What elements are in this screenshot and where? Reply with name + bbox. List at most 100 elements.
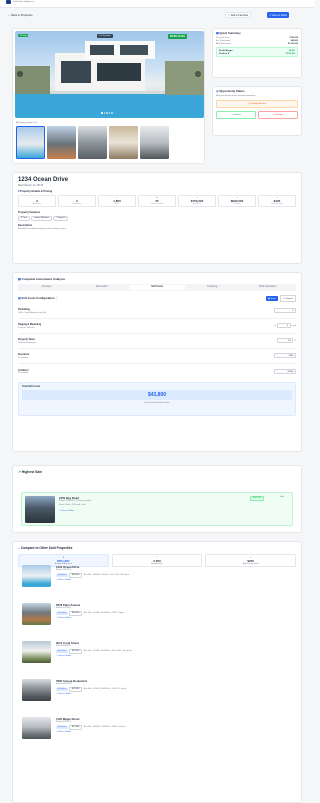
profit-value: $135,000 [285,52,295,55]
total-note: This total will auto-fill into above [144,401,170,404]
tab-financing[interactable]: Financing [185,285,240,290]
back-link[interactable]: ← Back to Properties [8,14,33,17]
days-badge: 14 Days [18,34,29,37]
list-item[interactable]: 5678 Palm Avenue Sold on 1/15/2024 $ 520… [22,603,292,641]
next-photo-button[interactable]: › [195,71,201,77]
summary-row: ARV (Estimated) $1,012,000 [216,43,298,45]
thumbnail[interactable] [140,126,169,159]
thumbnail[interactable] [47,126,76,159]
field-row: Staging & Marketing Per sq ft x 1850 sq f… [18,319,296,334]
ppsf-badge: $270/SF [69,725,82,730]
highest-sale-specs: 4 bed • 3 bath • 2,200 sq ft • Pool [59,504,86,506]
field-sub: Per property [18,372,28,375]
opportunity-title: Opportunity Status [219,89,245,93]
property-taxes-input[interactable]: 1.8 [277,338,294,344]
stats-row: ⌂ 3 Bedrooms ◌ 2 Bathrooms ▢ 1,850 Sq Ft ▤ 25 Da… [18,195,296,207]
field-sub: 1.8% of purchase price [18,341,37,344]
price-badge: $ 640,000 [56,574,68,577]
highest-sale-price: $ 987,000 [250,496,264,501]
list-item[interactable]: 1122 Maple Street Sold on 8/15/2023 $ 59… [22,717,292,755]
field-label: Insurance [18,353,30,357]
compare-title: Compare to Other Sold Properties [20,546,73,550]
price-badge: $ 590,000 [56,726,68,729]
gallery-caption: All Property Photos (14) [16,122,38,124]
list-item[interactable]: 1234 Ocean Drive Sold on 12/5/2024 $ 640… [22,565,292,603]
view-zillow-link[interactable]: ↗ View on Zillow [56,655,71,657]
description-text: Beautiful oceanfront property with stunn… [18,227,66,230]
item-specs: 3bd • 2ba • 2,185SF • 7,500SF lot [83,726,111,729]
stat-sold-price: $ $750,000 Sold Price [178,195,216,207]
item-specs: 4bd • 3ba • 2,300SF • 9,000SF lot [83,688,111,691]
thumbnail[interactable] [78,126,107,159]
field-row: Permitting 1-800 + Grand Monthly as per S… [18,304,296,319]
property-city: Miami Beach, FL 33139 [18,184,44,187]
features-title: Property Features [18,211,41,214]
highest-sale-link[interactable]: ↗ View on Zillow [59,510,74,512]
summary-row: Est. Renovation $43,800 [216,40,298,42]
photo-count-badge: 1 of 5 photos [97,34,113,38]
tab-renovation[interactable]: Renovation [74,285,129,290]
permitting-input[interactable]: 3 [274,308,296,314]
total-value-box: $43,800 [22,390,292,401]
stat-days: ▤ 25 Days on market [138,195,176,207]
total-soft-costs-box: Total Soft Costs $43,800 This total will… [18,381,296,416]
total-value: $43,800 [147,392,167,399]
field-row: Insurance Per property 5000 [18,349,296,364]
view-on-zillow-button[interactable]: ↗ View on Zillow [267,12,289,18]
staging-input[interactable]: 4 [276,323,291,329]
decline-button[interactable]: ✕ Decline [258,110,298,119]
highest-sale-card: ↗ Highest Sale 2450 Bay Road Sold on 11/… [12,465,302,533]
highest-sale-photo [25,496,55,523]
save-button[interactable]: ▣ Save [265,295,279,301]
price-badge: $ 558,000 [56,688,68,691]
feature-tag: Impact Windows [31,215,52,221]
list-item[interactable]: 7890 Sunset Boulevard Sold on 10/10/2023… [22,679,292,717]
interested-button[interactable]: ✓ Interest [216,110,256,119]
tab-overview[interactable]: Overview [19,285,74,290]
item-specs: 3bd • 2ba • 1,850SF • 1,969 lot [83,574,109,577]
tab-profit-calculation[interactable]: Profit Calculation [240,285,295,290]
description-title: Description [18,223,33,227]
details-title: Property Details & Pricing [20,190,53,193]
item-extra: 2008 • 40 sq feet [111,726,126,729]
list-item[interactable]: 9012 Coral Street Sold on 2/28/2024 $ 49… [22,641,292,679]
fields-list: Permitting 1-800 + Grand Monthly as per S… [18,304,296,379]
view-zillow-link[interactable]: ↗ View on Zillow [56,693,71,695]
highest-sale-item[interactable]: 2450 Bay Road Sold on 11/20/2023 • 31 da… [21,492,293,526]
property-photo [22,603,51,625]
highest-sale-sold-badge: Sold [279,496,284,499]
field-sub: 1-800 + Grand Monthly as per Sq ft [18,311,47,314]
main-photo[interactable]: 14 Days 1 of 5 photos 28.8% Profit ‹ › [15,31,204,118]
investment-analysis-card: ▦ Complete Investment Analysis Overview … [12,272,302,452]
summary-row: Purchase Price $750,000 [216,37,298,39]
item-sold: Sold on 12/5/2024 [56,569,71,571]
item-specs: 3bd • 2ba • 1,700SF • 6,000SF lot [83,650,111,653]
stat-purchase: $ $690,000 Purchase [218,195,256,207]
app-logo [6,0,11,4]
prev-photo-button[interactable]: ‹ [17,71,23,77]
view-zillow-link[interactable]: ↗ View on Zillow [56,579,71,581]
cancel-button[interactable]: ✕ Cancel [279,294,296,302]
view-zillow-link[interactable]: ↗ View on Zillow [56,731,71,733]
stat-price-sqft: $ $405 Price per Sq Ft [258,195,296,207]
property-photo [22,565,51,587]
insurance-input[interactable]: 5000 [274,353,296,359]
item-extra: Pool • 2024 • 280 sq feet [109,574,130,577]
view-zillow-link[interactable]: ↗ View on Zillow [56,617,71,619]
item-extra: 2005 • 112 sq feet [111,688,127,691]
add-favorites-button[interactable]: ♡ Add to Favorites [225,12,252,18]
config-title: Soft Costs Configuration [21,296,55,301]
thumbnail[interactable] [109,126,138,159]
item-sold: Sold on 10/10/2023 [56,683,72,685]
feature-tag: 2 Pool [18,215,30,221]
architect-input[interactable]: 15000 [274,368,296,374]
highest-sale-sold: Sold on 11/20/2023 • 31 days on market [59,500,91,502]
photo-dots[interactable] [101,112,113,114]
tab-soft-costs[interactable]: Soft Costs [129,284,185,290]
thumbnail[interactable] [16,126,45,159]
price-badge: $ 495,000 [56,650,68,653]
app-header: Real Estate Intelligence [0,0,314,8]
analysis-tabs: Overview Renovation Soft Costs Financing… [18,284,296,291]
profit-badge: 28.8% Profit [168,34,187,39]
stat-sqft: ▢ 1,850 Sq Ft [98,195,136,207]
